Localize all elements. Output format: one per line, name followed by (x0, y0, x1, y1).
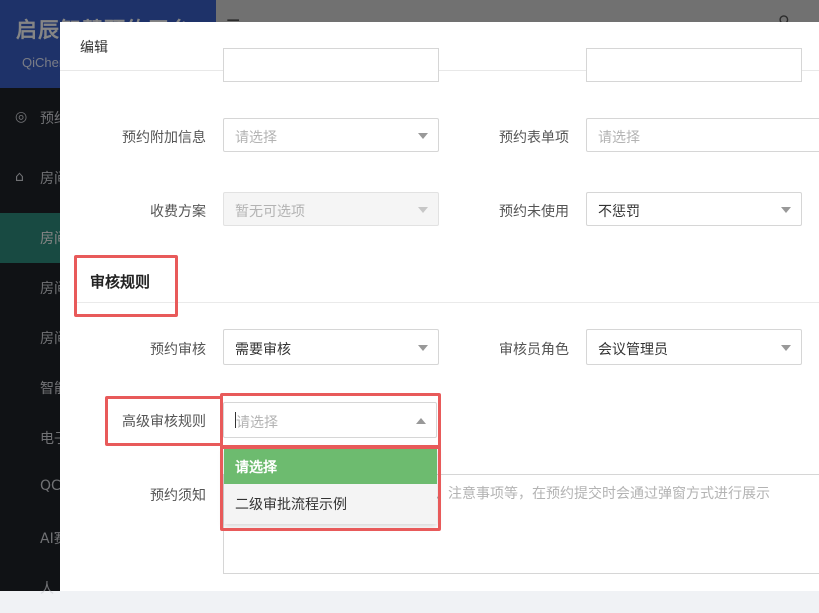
section-title-review-rules: 审核规则 (90, 273, 151, 291)
chevron-down-icon (418, 345, 428, 351)
review-value: 需要审核 (235, 342, 291, 358)
form-items-select[interactable]: 请选择 (586, 118, 819, 152)
no-show-select[interactable]: 不惩罚 (586, 192, 802, 226)
chevron-down-icon (418, 133, 428, 139)
dropdown-option-label: 二级审批流程示例 (235, 497, 347, 513)
fee-plan-placeholder: 暂无可选项 (235, 204, 305, 220)
no-show-value: 不惩罚 (598, 204, 640, 220)
extra-info-placeholder: 请选择 (235, 130, 277, 146)
chevron-up-icon (416, 418, 426, 424)
extra-info-label: 预约附加信息 (122, 130, 206, 146)
dropdown-option-default[interactable]: 请选择 (224, 448, 437, 484)
edit-modal: 编辑 预约附加信息 请选择 预约表单项 请选择 收费方案 暂无可选项 预约未使用… (60, 22, 819, 591)
fee-plan-label: 收费方案 (150, 204, 206, 220)
reviewer-role-select[interactable]: 会议管理员 (586, 329, 802, 365)
dropdown-option-two-level[interactable]: 二级审批流程示例 (224, 484, 437, 524)
modal-title: 编辑 (80, 40, 108, 56)
form-items-placeholder: 请选择 (598, 130, 640, 146)
dropdown-option-label: 请选择 (235, 460, 277, 476)
fee-plan-select: 暂无可选项 (223, 192, 439, 226)
advanced-rule-dropdown: 请选择 二级审批流程示例 (224, 448, 437, 524)
advanced-rule-label: 高级审核规则 (122, 414, 206, 430)
review-select[interactable]: 需要审核 (223, 329, 439, 365)
no-show-label: 预约未使用 (499, 204, 569, 220)
top-left-field[interactable] (223, 48, 439, 82)
chevron-down-icon (418, 207, 428, 213)
chevron-down-icon (781, 207, 791, 213)
advanced-rule-select[interactable]: 请选择 (223, 402, 437, 438)
notice-label: 预约须知 (150, 488, 206, 504)
reviewer-role-value: 会议管理员 (598, 342, 668, 358)
section-divider (74, 302, 819, 303)
advanced-rule-placeholder: 请选择 (236, 415, 278, 431)
chevron-down-icon (781, 345, 791, 351)
notice-placeholder: 、注意事项等，在预约提交时会通过弹窗方式进行展示 (434, 486, 770, 502)
review-label: 预约审核 (150, 342, 206, 358)
form-items-label: 预约表单项 (499, 130, 569, 146)
reviewer-role-label: 审核员角色 (499, 342, 569, 358)
extra-info-select[interactable]: 请选择 (223, 118, 439, 152)
top-right-field[interactable] (586, 48, 802, 82)
